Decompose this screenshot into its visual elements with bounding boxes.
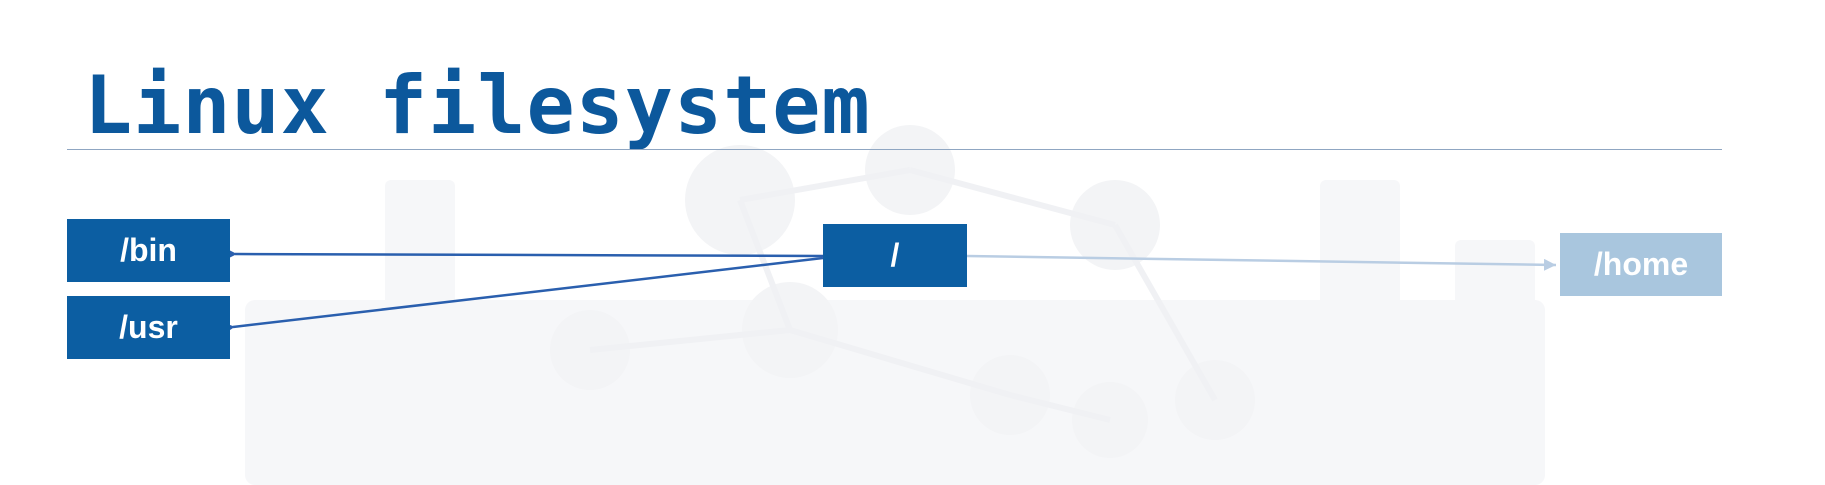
edge-root-to-usr: [222, 256, 824, 335]
edge-root-to-home: [966, 254, 1557, 271]
node-usr-label: /usr: [119, 309, 178, 345]
node-root: /: [823, 224, 967, 287]
node-home-label: /home: [1593, 246, 1689, 282]
slide: Linux filesystem /bin /usr / /home: [0, 0, 1825, 485]
node-root-label: /: [890, 237, 900, 273]
edge-root-to-bin: [224, 247, 824, 260]
node-bin: /bin: [67, 219, 230, 282]
node-home: /home: [1560, 233, 1722, 296]
node-usr: /usr: [67, 296, 230, 359]
node-bin-label: /bin: [120, 232, 177, 268]
